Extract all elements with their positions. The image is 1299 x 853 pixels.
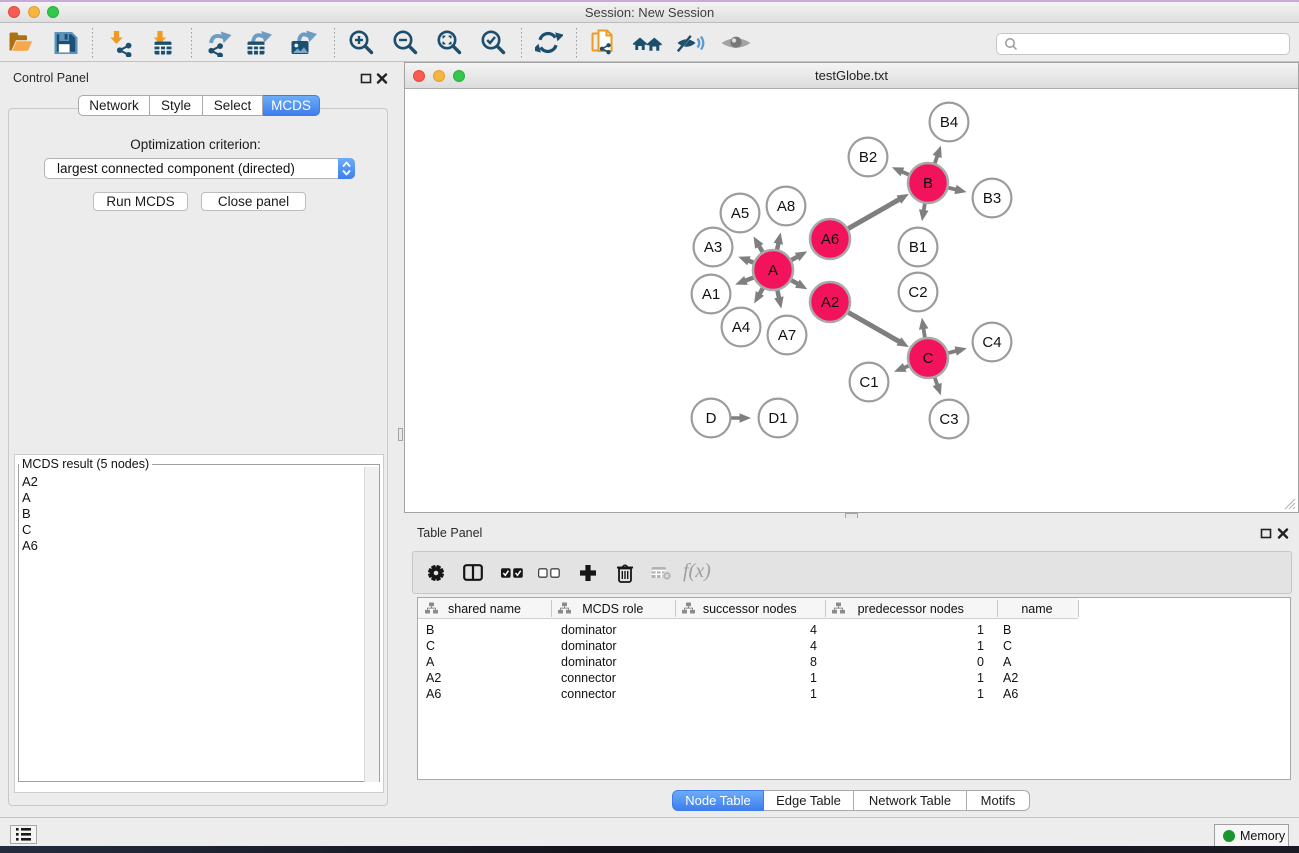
- svg-text:D1: D1: [768, 410, 787, 427]
- svg-text:A1: A1: [702, 286, 720, 303]
- svg-text:B2: B2: [859, 149, 877, 166]
- svg-text:C4: C4: [982, 334, 1001, 351]
- svg-text:C3: C3: [939, 411, 958, 428]
- svg-text:C: C: [923, 350, 934, 367]
- svg-text:A2: A2: [821, 294, 839, 311]
- svg-text:B3: B3: [983, 190, 1001, 207]
- svg-text:B4: B4: [940, 114, 958, 131]
- svg-text:B: B: [923, 175, 933, 192]
- svg-text:A8: A8: [777, 198, 795, 215]
- svg-text:A3: A3: [704, 239, 722, 256]
- svg-text:D: D: [706, 410, 717, 427]
- svg-text:C1: C1: [859, 374, 878, 391]
- svg-text:A5: A5: [731, 205, 749, 222]
- svg-text:A7: A7: [778, 327, 796, 344]
- svg-text:C2: C2: [908, 284, 927, 301]
- svg-text:B1: B1: [909, 239, 927, 256]
- svg-text:A4: A4: [732, 319, 750, 336]
- svg-text:A6: A6: [821, 231, 839, 248]
- svg-text:A: A: [768, 262, 778, 279]
